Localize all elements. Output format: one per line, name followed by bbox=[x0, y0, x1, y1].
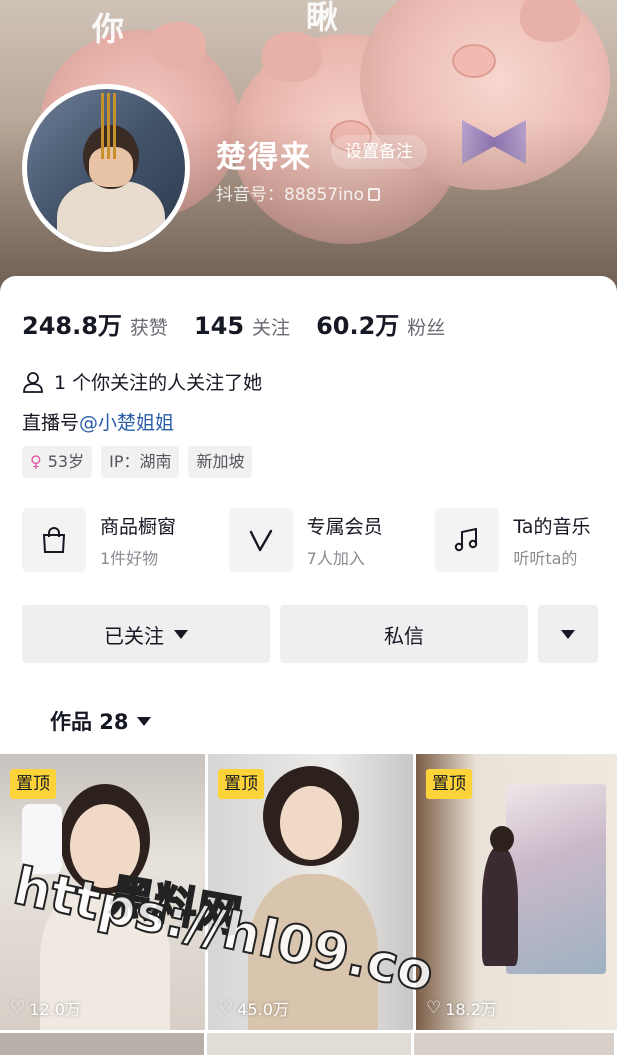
thumb-hair bbox=[490, 826, 514, 852]
live-handle-link[interactable]: @小楚姐姐 bbox=[79, 412, 174, 434]
thumb-phone bbox=[22, 804, 62, 874]
douyin-id-text: 抖音号：88857ino bbox=[216, 185, 364, 205]
entry-subtitle: 1件好物 bbox=[100, 548, 159, 568]
stat-value: 60.2万 bbox=[316, 312, 400, 340]
music-note-icon bbox=[435, 508, 500, 572]
video-thumbnail[interactable] bbox=[0, 1033, 204, 1055]
age-tag: ♀ 53岁 bbox=[22, 446, 93, 478]
thumb-floral-panel bbox=[506, 784, 606, 974]
works-label: 作品 28 bbox=[50, 710, 129, 734]
more-button[interactable] bbox=[538, 605, 598, 663]
stats-row: 248.8万 获赞 145 关注 60.2万 粉丝 bbox=[22, 306, 471, 341]
female-icon: ♀ bbox=[30, 452, 42, 471]
video-thumbnail[interactable] bbox=[207, 1033, 411, 1055]
plush-snout bbox=[452, 44, 496, 78]
live-prefix: 直播号 bbox=[22, 412, 80, 434]
thumb-face bbox=[70, 804, 140, 888]
heart-icon: ♡ bbox=[218, 998, 234, 1018]
feature-entries: 商品橱窗 1件好物 专属会员 7人加入 Ta的音乐 听听ta的 bbox=[22, 508, 617, 572]
stat-label: 关注 bbox=[252, 317, 291, 339]
plush-ear bbox=[150, 22, 206, 70]
pinned-badge: 置顶 bbox=[426, 769, 472, 799]
like-count: ♡ 12.0万 bbox=[10, 996, 81, 1020]
thumb-figure bbox=[482, 846, 518, 966]
mutual-follow-text: 1 个你关注的人关注了她 bbox=[54, 372, 263, 394]
like-count-text: 18.2万 bbox=[445, 1000, 497, 1019]
douyin-id[interactable]: 抖音号：88857ino bbox=[216, 180, 380, 205]
copy-icon[interactable] bbox=[367, 188, 380, 201]
entry-shop-window[interactable]: 商品橱窗 1件好物 bbox=[22, 508, 229, 572]
entry-subtitle: 听听ta的 bbox=[513, 548, 578, 568]
stat-following[interactable]: 145 关注 bbox=[194, 312, 290, 340]
entry-music[interactable]: Ta的音乐 听听ta的 bbox=[435, 508, 617, 572]
incense-stick bbox=[101, 93, 104, 159]
live-account-line: 直播号@小楚姐姐 bbox=[22, 408, 174, 435]
video-thumbnail[interactable] bbox=[414, 1033, 615, 1055]
stat-value: 248.8万 bbox=[22, 312, 122, 340]
stat-followers[interactable]: 60.2万 粉丝 bbox=[316, 306, 445, 341]
entry-title: 商品橱窗 bbox=[100, 515, 177, 538]
heart-icon: ♡ bbox=[10, 998, 26, 1018]
set-remark-button[interactable]: 设置备注 bbox=[331, 135, 427, 169]
age-text: 53岁 bbox=[47, 452, 85, 471]
caret-down-icon bbox=[174, 629, 188, 639]
like-count-text: 45.0万 bbox=[237, 1000, 289, 1019]
person-icon bbox=[23, 371, 43, 393]
tab-works[interactable]: 作品 28 bbox=[50, 706, 151, 736]
like-count-text: 12.0万 bbox=[29, 1000, 81, 1019]
stat-likes[interactable]: 248.8万 获赞 bbox=[22, 306, 168, 341]
video-thumbnail[interactable]: 置顶 ♡ 45.0万 bbox=[208, 754, 413, 1030]
caret-down-icon bbox=[561, 629, 575, 639]
incense-stick bbox=[107, 93, 110, 159]
stat-label: 粉丝 bbox=[407, 317, 446, 339]
v-member-icon bbox=[228, 508, 293, 572]
mutual-follow-line[interactable]: 1 个你关注的人关注了她 bbox=[22, 368, 262, 395]
like-count: ♡ 45.0万 bbox=[218, 996, 289, 1020]
pinned-badge: 置顶 bbox=[218, 769, 264, 799]
stat-label: 获赞 bbox=[129, 317, 168, 339]
location-tag: 新加坡 bbox=[188, 446, 253, 478]
avatar-figure-body bbox=[57, 181, 165, 247]
entry-subtitle: 7人加入 bbox=[306, 548, 365, 568]
works-grid-row-2 bbox=[0, 1033, 617, 1055]
avatar-figure-hands bbox=[89, 147, 133, 187]
action-buttons: 已关注 私信 bbox=[22, 605, 598, 663]
avatar[interactable] bbox=[22, 84, 190, 252]
entry-title: 专属会员 bbox=[306, 515, 383, 538]
like-count: ♡ 18.2万 bbox=[426, 996, 497, 1020]
nickname: 楚得来 bbox=[216, 140, 312, 175]
video-thumbnail[interactable]: 置顶 ♡ 12.0万 bbox=[0, 754, 205, 1030]
entry-title: Ta的音乐 bbox=[513, 515, 591, 538]
plush-ear bbox=[262, 32, 322, 82]
followed-button[interactable]: 已关注 bbox=[22, 605, 270, 663]
entry-membership[interactable]: 专属会员 7人加入 bbox=[228, 508, 436, 572]
pinned-badge: 置顶 bbox=[10, 769, 56, 799]
profile-card: 248.8万 获赞 145 关注 60.2万 粉丝 1 个你关注的人关注了她 直… bbox=[0, 276, 617, 1055]
banner-char-1: 你 bbox=[92, 10, 125, 48]
message-button[interactable]: 私信 bbox=[280, 605, 528, 663]
ip-tag: IP：湖南 bbox=[101, 446, 180, 478]
shopping-bag-icon bbox=[22, 508, 86, 572]
plush-ear bbox=[520, 0, 580, 42]
banner-char-2: 瞅 bbox=[306, 0, 339, 36]
profile-tags: ♀ 53岁 IP：湖南 新加坡 bbox=[22, 446, 261, 478]
caret-down-icon bbox=[136, 716, 151, 726]
incense-stick bbox=[113, 93, 116, 159]
followed-label: 已关注 bbox=[104, 623, 164, 648]
video-thumbnail[interactable]: 置顶 ♡ 18.2万 bbox=[416, 754, 617, 1030]
thumb-face bbox=[280, 786, 342, 860]
heart-icon: ♡ bbox=[426, 998, 442, 1018]
stat-value: 145 bbox=[193, 312, 245, 340]
